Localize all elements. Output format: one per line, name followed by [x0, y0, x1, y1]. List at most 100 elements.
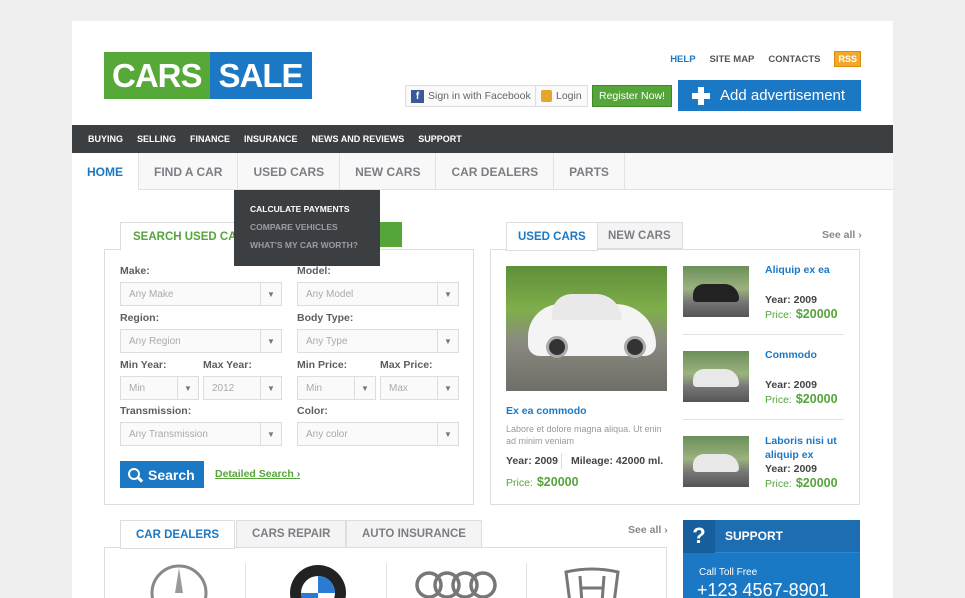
- top-nav-insurance[interactable]: INSURANCE: [244, 134, 298, 144]
- model-select[interactable]: Any Model ▼: [297, 282, 459, 306]
- dropdown-compare-vehicles[interactable]: COMPARE VEHICLES: [250, 218, 380, 236]
- support-phone[interactable]: +123 4567-8901: [697, 580, 829, 598]
- price-value: $20000: [795, 307, 838, 321]
- car-1-price: Price: $20000: [765, 307, 838, 321]
- cars-see-all-link[interactable]: See all ›: [822, 229, 862, 241]
- rss-icon[interactable]: RSS: [834, 51, 861, 67]
- main-nav-new-cars[interactable]: NEW CARS: [340, 153, 437, 190]
- register-button[interactable]: Register Now!: [592, 85, 672, 107]
- make-value: Any Make: [129, 288, 174, 300]
- region-select[interactable]: Any Region ▼: [120, 329, 282, 353]
- car-1-title[interactable]: Aliquip ex ea: [765, 264, 830, 276]
- min-year-select[interactable]: Min ▼: [120, 376, 199, 400]
- top-nav-finance[interactable]: FINANCE: [190, 134, 230, 144]
- site-map-link[interactable]: SITE MAP: [710, 54, 755, 65]
- chevron-right-icon: ›: [858, 229, 862, 241]
- chevron-down-icon: ▼: [260, 330, 281, 352]
- tab-auto-insurance[interactable]: AUTO INSURANCE: [346, 520, 482, 548]
- dropdown-car-worth[interactable]: WHAT'S MY CAR WORTH?: [250, 236, 380, 254]
- cars-see-all-label: See all: [822, 229, 856, 241]
- login-button[interactable]: Login: [535, 85, 588, 107]
- detailed-search-label: Detailed Search: [215, 468, 294, 480]
- tab-cars-repair[interactable]: CARS REPAIR: [236, 520, 347, 548]
- max-year-label: Max Year:: [203, 359, 252, 371]
- featured-car-title[interactable]: Ex ea commodo: [506, 405, 587, 417]
- logo-cars: CARS: [104, 52, 210, 99]
- bmw-logo-icon[interactable]: [288, 563, 348, 598]
- top-nav-support[interactable]: SUPPORT: [418, 134, 462, 144]
- honda-logo-icon[interactable]: [560, 566, 624, 598]
- search-button[interactable]: Search: [120, 461, 204, 488]
- audi-logo-icon[interactable]: [415, 563, 499, 598]
- dealers-see-all-link[interactable]: See all ›: [628, 524, 668, 536]
- max-year-select[interactable]: 2012 ▼: [203, 376, 282, 400]
- detailed-search-link[interactable]: Detailed Search ›: [215, 468, 300, 480]
- search-icon: [128, 467, 142, 482]
- facebook-signin-button[interactable]: f Sign in with Facebook: [405, 85, 537, 107]
- tab-car-dealers[interactable]: CAR DEALERS: [120, 520, 236, 549]
- search-button-label: Search: [148, 466, 195, 483]
- top-nav-news[interactable]: NEWS AND REVIEWS: [312, 134, 405, 144]
- chevron-right-icon: ›: [296, 468, 301, 480]
- featured-car-image[interactable]: [506, 266, 667, 391]
- color-value: Any color: [306, 428, 348, 440]
- chevron-down-icon: ▼: [260, 283, 281, 305]
- main-nav-used-cars[interactable]: USED CARS: [238, 153, 341, 190]
- featured-car-mileage: Mileage: 42000 ml.: [571, 455, 664, 467]
- add-advertisement-label: Add advertisement: [720, 87, 846, 104]
- max-price-label: Max Price:: [380, 359, 433, 371]
- car-photo-shape: [693, 454, 739, 472]
- main-nav: HOME FIND A CAR USED CARS NEW CARS CAR D…: [72, 153, 893, 190]
- car-thumb-1[interactable]: [683, 266, 749, 317]
- car-thumb-2[interactable]: [683, 351, 749, 402]
- car-thumb-3[interactable]: [683, 436, 749, 487]
- top-nav-buying[interactable]: BUYING: [88, 134, 123, 144]
- body-type-select[interactable]: Any Type ▼: [297, 329, 459, 353]
- make-select[interactable]: Any Make ▼: [120, 282, 282, 306]
- add-advertisement-button[interactable]: Add advertisement: [678, 80, 861, 111]
- min-year-value: Min: [129, 382, 146, 394]
- max-price-value: Max: [389, 382, 408, 394]
- featured-car-price: Price: $20000: [506, 475, 579, 489]
- support-title: SUPPORT: [725, 529, 784, 543]
- facebook-icon: f: [411, 89, 424, 103]
- color-label: Color:: [297, 405, 328, 417]
- min-price-select[interactable]: Min ▼: [297, 376, 376, 400]
- divider: [526, 563, 527, 598]
- tab-used-cars[interactable]: USED CARS: [506, 222, 598, 251]
- transmission-select[interactable]: Any Transmission ▼: [120, 422, 282, 446]
- main-nav-home[interactable]: HOME: [72, 153, 139, 190]
- wheel-shape: [546, 336, 568, 358]
- price-value: $20000: [795, 476, 838, 490]
- mercedes-logo-icon[interactable]: [149, 563, 209, 598]
- region-label: Region:: [120, 312, 160, 324]
- support-box: ? SUPPORT Call Toll Free +123 4567-8901: [683, 519, 860, 598]
- top-nav-selling[interactable]: SELLING: [137, 134, 176, 144]
- tab-new-cars[interactable]: NEW CARS: [596, 222, 683, 249]
- chevron-right-icon: ›: [664, 524, 668, 536]
- max-price-select[interactable]: Max ▼: [380, 376, 459, 400]
- support-call-label: Call Toll Free: [699, 567, 758, 578]
- featured-car-desc: Labore et dolore magna aliqua. Ut enin a…: [506, 424, 662, 446]
- price-value: $20000: [536, 475, 579, 489]
- car-3-title[interactable]: Laboris nisi ut: [765, 434, 837, 448]
- login-label: Login: [556, 90, 582, 102]
- car-2-title[interactable]: Commodo: [765, 349, 817, 361]
- color-select[interactable]: Any color ▼: [297, 422, 459, 446]
- body-type-label: Body Type:: [297, 312, 354, 324]
- help-link[interactable]: HELP: [670, 54, 695, 65]
- main-nav-parts[interactable]: PARTS: [554, 153, 625, 190]
- main-nav-find-a-car[interactable]: FIND A CAR: [139, 153, 239, 190]
- logo[interactable]: CARS SALE: [104, 52, 312, 99]
- price-value: $20000: [795, 392, 838, 406]
- region-value: Any Region: [129, 335, 181, 347]
- dropdown-calculate-payments[interactable]: CALCULATE PAYMENTS: [250, 200, 380, 218]
- main-nav-car-dealers[interactable]: CAR DEALERS: [436, 153, 555, 190]
- car-2-price: Price: $20000: [765, 392, 838, 406]
- contacts-link[interactable]: CONTACTS: [768, 54, 820, 65]
- car-3-title-line2[interactable]: aliquip ex: [765, 448, 813, 462]
- divider: [683, 419, 844, 420]
- top-nav: BUYING SELLING FINANCE INSURANCE NEWS AN…: [72, 125, 893, 153]
- price-label: Price:: [765, 394, 792, 406]
- divider: [386, 563, 387, 598]
